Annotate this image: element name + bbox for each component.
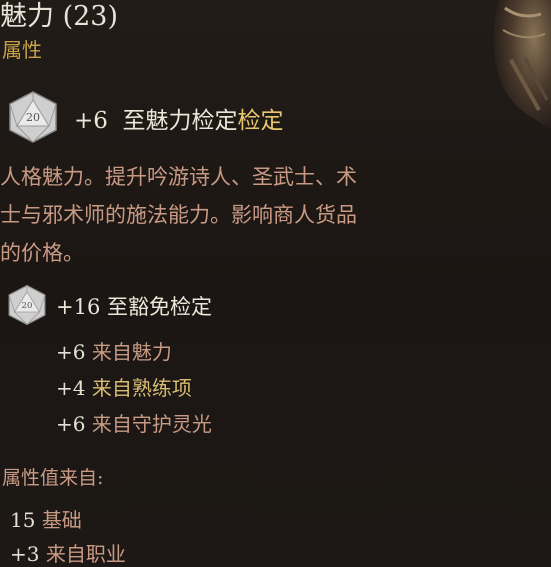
check-keyword: 检定 — [237, 108, 284, 134]
bonus-value: +6 — [56, 340, 86, 364]
bonus-breakdown-row: +6 来自守护灵光 — [56, 408, 212, 437]
portrait-fragment-icon — [493, 0, 551, 130]
bonus-value: +6 — [56, 412, 86, 436]
description-line: 人格魅力。提升吟游诗人、圣武士、术 — [0, 165, 357, 189]
attribute-title: 魅力 (23) — [0, 1, 119, 32]
check-bonus: +6 — [74, 108, 108, 134]
description-line: 士与邪术师的施法能力。影响商人货品 — [0, 203, 357, 227]
source-label: 基础 — [41, 508, 82, 532]
source-value: +3 — [10, 542, 40, 566]
check-text: 至魅力检定 — [122, 108, 238, 134]
attribute-source-row: +3 来自职业 — [10, 538, 126, 567]
source-label: 来自职业 — [45, 542, 126, 566]
source-value: 15 — [10, 508, 36, 532]
save-bonus: +16 — [56, 295, 101, 319]
saving-throw-line: +16 至豁免检定 — [56, 291, 212, 321]
description-line: 的价格。 — [0, 241, 84, 265]
save-text: 至豁免检定 — [107, 295, 213, 319]
die-label: 20 — [26, 111, 40, 124]
bonus-breakdown-row: +4 来自熟练项 — [56, 372, 192, 401]
d20-dice-icon: 20 — [8, 284, 46, 326]
bonus-source: 来自熟练项 — [91, 376, 192, 400]
bonus-value: +4 — [56, 376, 86, 400]
die-label: 20 — [22, 301, 33, 311]
ability-check-line: +6 至魅力检定检定 — [74, 101, 284, 135]
bonus-breakdown-row: +6 来自魅力 — [56, 336, 172, 365]
attribute-type-label: 属性 — [2, 38, 42, 62]
bonus-source: 来自魅力 — [91, 340, 172, 364]
attribute-source-heading: 属性值来自: — [2, 467, 104, 489]
attribute-source-row: 15 基础 — [10, 504, 82, 533]
d20-dice-icon: 20 — [9, 91, 57, 143]
bonus-source: 来自守护灵光 — [91, 412, 212, 436]
tooltip-panel: 魅力 (23) 属性 20 +6 至魅力检定检定 人格魅力。提升吟游诗人、圣武士… — [0, 0, 551, 567]
